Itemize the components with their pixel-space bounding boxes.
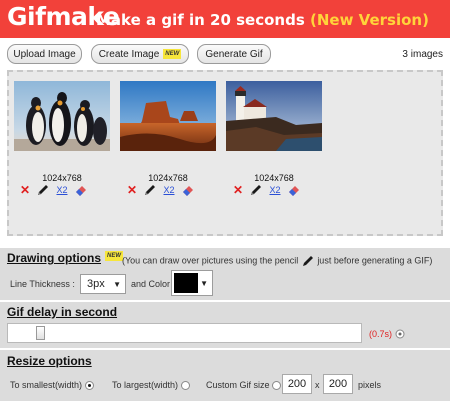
- drawing-hint-after: just before generating a GIF): [317, 255, 433, 266]
- drawing-hint-before: (You can draw over pictures using the pe…: [122, 255, 299, 266]
- create-image-label: Create Image: [98, 48, 160, 60]
- image-resolution: 1024x768: [254, 173, 294, 183]
- pencil-icon[interactable]: [247, 183, 265, 197]
- upload-image-label: Upload Image: [13, 48, 76, 60]
- custom-width-input[interactable]: 200: [282, 374, 312, 394]
- image-tools: ✕ X2: [16, 183, 90, 197]
- tagline-text: Make a gif in 20 seconds: [96, 11, 305, 29]
- reset-icon[interactable]: [395, 329, 405, 339]
- resize-largest-radio[interactable]: [180, 381, 190, 391]
- pencil-icon: [302, 256, 313, 266]
- image-thumbnail-desert[interactable]: [120, 81, 216, 151]
- new-badge: NEW: [105, 251, 123, 261]
- generate-gif-button[interactable]: Generate Gif: [197, 44, 271, 64]
- resize-options-title: Resize options: [7, 354, 92, 368]
- drawing-options-title-text: Drawing options: [7, 251, 101, 265]
- resize-smallest-label: To smallest(width): [10, 380, 83, 390]
- gif-delay-title: Gif delay in second: [7, 305, 118, 319]
- color-picker[interactable]: ▼: [171, 270, 213, 296]
- eraser-icon[interactable]: [285, 183, 303, 197]
- version-label: (New Version): [310, 11, 429, 29]
- delay-slider-handle[interactable]: [36, 326, 45, 340]
- delete-icon[interactable]: ✕: [123, 183, 141, 197]
- line-thickness-select[interactable]: 3px ▼: [80, 274, 126, 294]
- image-resolution: 1024x768: [148, 173, 188, 183]
- color-label: and Color: [131, 279, 171, 289]
- pencil-icon[interactable]: [141, 183, 159, 197]
- custom-height-input[interactable]: 200: [323, 374, 353, 394]
- line-thickness-label: Line Thickness :: [10, 279, 75, 289]
- scale-x2-link[interactable]: X2: [265, 185, 285, 195]
- resize-custom-option[interactable]: Custom Gif size: [206, 380, 282, 391]
- eraser-icon[interactable]: [72, 183, 90, 197]
- image-tools: ✕ X2: [229, 183, 303, 197]
- delete-icon[interactable]: ✕: [16, 183, 34, 197]
- image-thumbnail-lighthouse[interactable]: [226, 81, 322, 151]
- pencil-icon[interactable]: [34, 183, 52, 197]
- app-header: Gifmake Make a gif in 20 seconds (New Ve…: [0, 0, 450, 38]
- images-panel: 1024x768 ✕ X2 1024x768 ✕ X2 1024x768 ✕ X…: [7, 70, 443, 236]
- image-tools: ✕ X2: [123, 183, 197, 197]
- resize-smallest-radio[interactable]: [84, 381, 94, 391]
- resize-custom-radio[interactable]: [272, 381, 282, 391]
- delay-slider[interactable]: [7, 323, 362, 343]
- eraser-icon[interactable]: [179, 183, 197, 197]
- color-swatch: [174, 273, 198, 293]
- resize-largest-label: To largest(width): [112, 380, 179, 390]
- resize-custom-label: Custom Gif size: [206, 380, 270, 390]
- size-separator: x: [315, 380, 320, 390]
- scale-x2-link[interactable]: X2: [159, 185, 179, 195]
- drawing-options-title: Drawing options NEW: [7, 251, 123, 265]
- image-count: 3 images: [402, 49, 443, 60]
- image-thumbnail-penguins[interactable]: [14, 81, 110, 151]
- chevron-down-icon: ▼: [113, 279, 121, 289]
- resize-options-section: Resize options: [0, 350, 450, 401]
- new-badge: NEW: [163, 49, 182, 59]
- chevron-down-icon: ▼: [200, 278, 208, 288]
- resize-largest-option[interactable]: To largest(width): [112, 380, 190, 391]
- size-unit: pixels: [358, 380, 382, 390]
- create-image-button[interactable]: Create Image NEW: [91, 44, 189, 64]
- drawing-hint: (You can draw over pictures using the pe…: [122, 255, 432, 267]
- drawing-options-section: Drawing options NEW (You can draw over pi…: [0, 248, 450, 300]
- scale-x2-link[interactable]: X2: [52, 185, 72, 195]
- line-thickness-value: 3px: [87, 278, 105, 290]
- upload-image-button[interactable]: Upload Image: [7, 44, 82, 64]
- generate-gif-label: Generate Gif: [205, 48, 263, 60]
- app-tagline: Make a gif in 20 seconds (New Version): [96, 11, 429, 29]
- delay-value: (0.7s): [369, 329, 393, 339]
- delete-icon[interactable]: ✕: [229, 183, 247, 197]
- image-resolution: 1024x768: [42, 173, 82, 183]
- resize-smallest-option[interactable]: To smallest(width): [10, 380, 94, 391]
